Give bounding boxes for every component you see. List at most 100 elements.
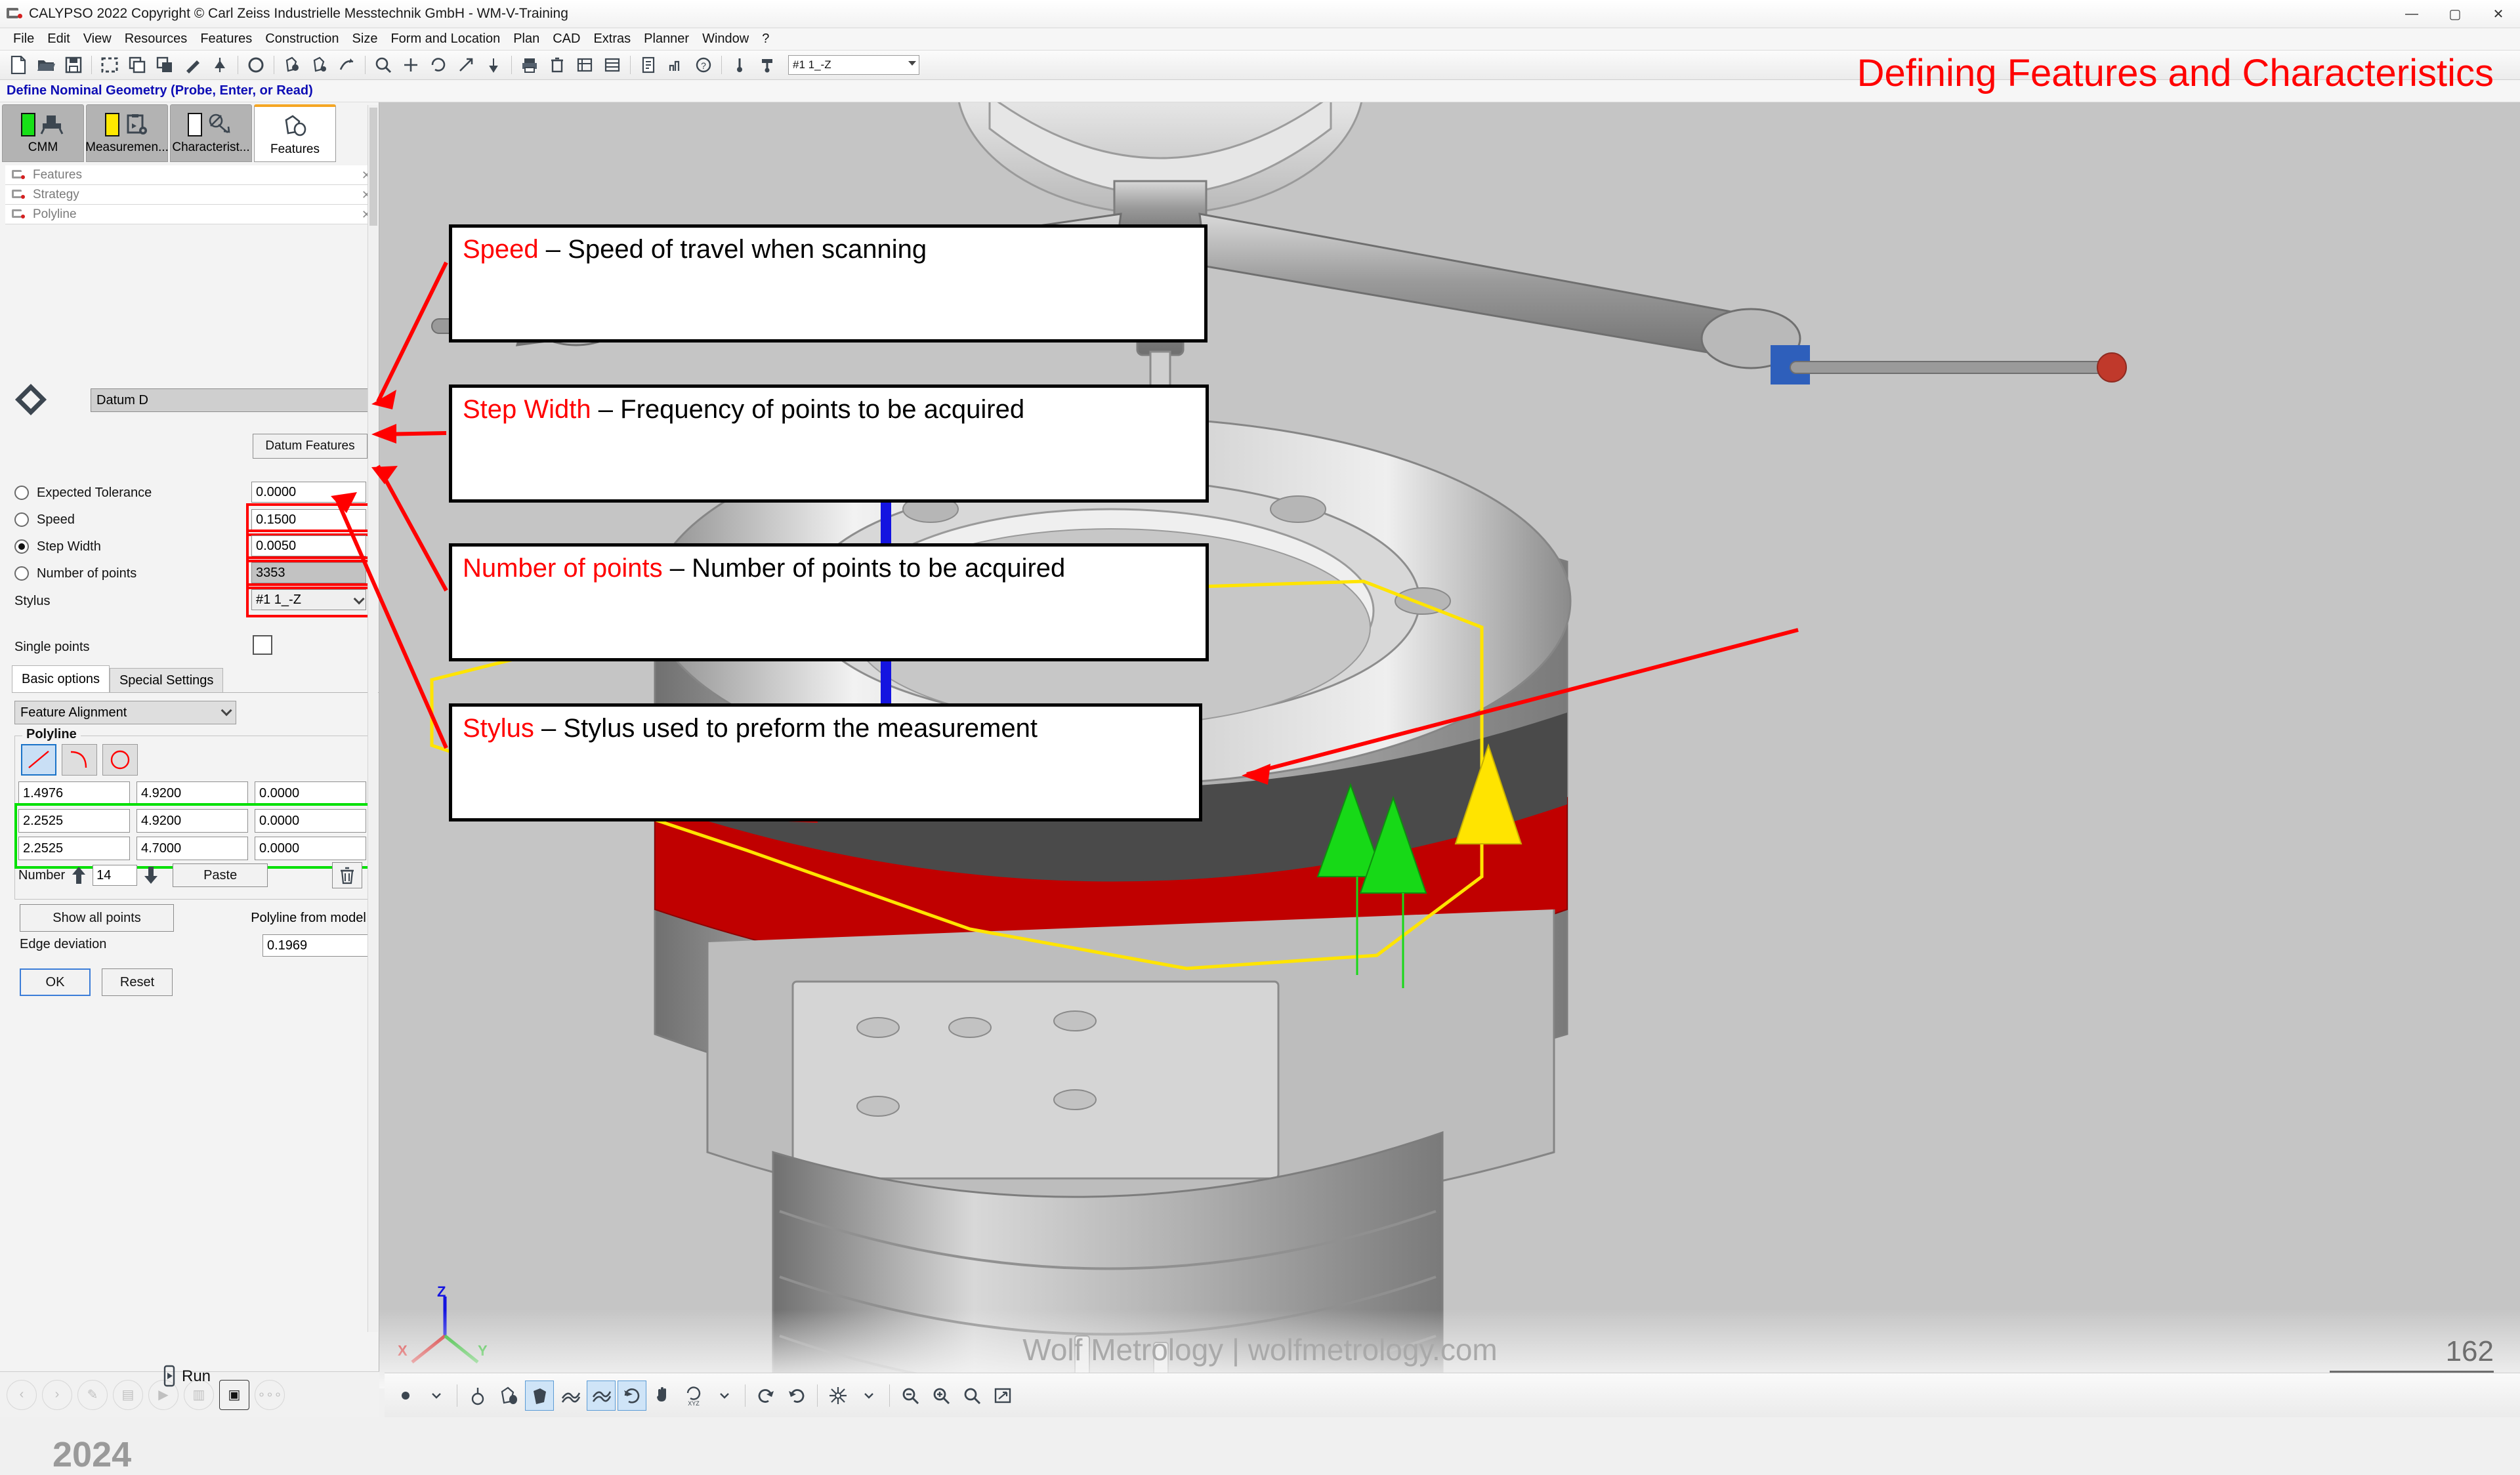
minimize-button[interactable]: —: [2390, 0, 2433, 28]
point-z-field[interactable]: 0.0000: [255, 781, 366, 805]
module-tab-cmm[interactable]: CMM: [2, 104, 84, 162]
ok-button[interactable]: OK: [20, 968, 91, 996]
copy-icon[interactable]: [124, 52, 150, 78]
surface-alt-view-icon[interactable]: [587, 1380, 616, 1411]
edit-icon[interactable]: ✎: [77, 1379, 108, 1410]
list-icon[interactable]: [599, 52, 625, 78]
number-up-icon[interactable]: [70, 864, 87, 886]
menu-item-edit[interactable]: Edit: [41, 30, 76, 48]
search-icon[interactable]: [370, 52, 396, 78]
menu-item-view[interactable]: View: [77, 30, 118, 48]
rotate-model-icon[interactable]: [618, 1380, 646, 1411]
rotate-icon[interactable]: [425, 52, 452, 78]
line-shape-icon[interactable]: [21, 744, 56, 776]
field-expected-tolerance[interactable]: 0.0000: [251, 482, 366, 503]
table-icon[interactable]: [572, 52, 598, 78]
number-down-icon[interactable]: [142, 864, 159, 886]
brush-icon[interactable]: [179, 52, 205, 78]
feature-group-icon[interactable]: [279, 52, 305, 78]
module-tab-characteristics[interactable]: Characterist...: [170, 104, 252, 162]
point-size-icon[interactable]: [391, 1381, 420, 1411]
alignment-select[interactable]: Feature Alignment: [14, 701, 236, 724]
printer-icon[interactable]: [516, 52, 543, 78]
edge-deviation-field[interactable]: 0.1969: [262, 934, 377, 957]
breadcrumb-item-features[interactable]: Features ✕: [5, 165, 377, 185]
radio-speed[interactable]: [14, 512, 29, 527]
number-field[interactable]: 14: [93, 865, 138, 886]
save-icon[interactable]: [60, 52, 87, 78]
undo-icon[interactable]: [782, 1381, 811, 1411]
new-file-icon[interactable]: [5, 52, 32, 78]
report-icon[interactable]: [635, 52, 662, 78]
stylus-combo[interactable]: #1 1_-Z: [788, 55, 919, 75]
run-badge[interactable]: Run: [161, 1365, 211, 1388]
symmetry-icon[interactable]: [207, 52, 233, 78]
select-rectangle-icon[interactable]: [96, 52, 123, 78]
datum-features-button[interactable]: Datum Features: [253, 434, 368, 459]
tab-basic-options[interactable]: Basic options: [12, 665, 110, 693]
menu-item-form-and-location[interactable]: Form and Location: [384, 30, 507, 48]
chevron-down-icon[interactable]: [710, 1381, 739, 1411]
redo-icon[interactable]: [751, 1381, 780, 1411]
paste-button[interactable]: Paste: [173, 863, 268, 887]
previous-icon[interactable]: ‹: [7, 1379, 37, 1410]
menu-item-help[interactable]: ?: [755, 30, 776, 48]
menu-item-cad[interactable]: CAD: [546, 30, 587, 48]
breadcrumb-item-strategy[interactable]: Strategy ✕: [5, 185, 377, 205]
surface-view-icon[interactable]: [556, 1381, 585, 1411]
radio-expected-tolerance[interactable]: [14, 486, 29, 500]
chevron-down-icon[interactable]: [422, 1381, 451, 1411]
shaded-feature-icon[interactable]: [494, 1381, 523, 1411]
point-y-field[interactable]: 4.9200: [136, 781, 248, 805]
chevron-down-icon[interactable]: [854, 1381, 883, 1411]
feature-group-add-icon[interactable]: [306, 52, 333, 78]
circle-feature-icon[interactable]: [243, 52, 269, 78]
wireframe-icon[interactable]: [463, 1381, 492, 1411]
zoom-reset-icon[interactable]: [957, 1381, 986, 1411]
rotate-xyz-icon[interactable]: XYZ: [679, 1381, 708, 1411]
pan-hand-icon[interactable]: [648, 1381, 677, 1411]
arc-shape-icon[interactable]: [62, 744, 97, 776]
maximize-button[interactable]: ▢: [2433, 0, 2477, 28]
tab-special-settings[interactable]: Special Settings: [109, 668, 224, 693]
help-icon[interactable]: ?: [690, 52, 717, 78]
menu-item-size[interactable]: Size: [346, 30, 385, 48]
scrollbar-thumb[interactable]: [369, 108, 377, 226]
zoom-in-icon[interactable]: [927, 1381, 956, 1411]
menu-item-features[interactable]: Features: [194, 30, 259, 48]
menu-item-extras[interactable]: Extras: [587, 30, 637, 48]
single-points-checkbox[interactable]: [253, 635, 272, 655]
menu-item-window[interactable]: Window: [696, 30, 755, 48]
menu-item-plan[interactable]: Plan: [507, 30, 546, 48]
menu-item-construction[interactable]: Construction: [259, 30, 345, 48]
fit-to-window-icon[interactable]: [988, 1381, 1017, 1411]
radio-step-width[interactable]: [14, 539, 29, 554]
stylus-icon[interactable]: [726, 52, 753, 78]
circle-shape-icon[interactable]: [102, 744, 138, 776]
more-icon[interactable]: ∘∘∘: [255, 1379, 285, 1410]
radio-number-of-points[interactable]: [14, 566, 29, 581]
zoom-out-icon[interactable]: [896, 1381, 925, 1411]
module-tab-measurement-plan[interactable]: Measuremen...: [85, 104, 169, 162]
breadcrumb-item-polyline[interactable]: Polyline ✕: [5, 205, 377, 224]
menu-item-resources[interactable]: Resources: [118, 30, 194, 48]
align-icon[interactable]: [398, 52, 424, 78]
next-icon[interactable]: ›: [42, 1379, 72, 1410]
show-all-points-button[interactable]: Show all points: [20, 904, 174, 932]
orient-view-icon[interactable]: [824, 1381, 852, 1411]
module-tab-features[interactable]: Features: [254, 104, 336, 162]
delete-icon[interactable]: [544, 52, 570, 78]
trash-icon[interactable]: [332, 862, 363, 888]
menu-item-planner[interactable]: Planner: [637, 30, 696, 48]
probe-icon[interactable]: [754, 52, 780, 78]
solid-view-icon[interactable]: [525, 1380, 554, 1411]
polyline-from-model-button[interactable]: Polyline from model: [240, 904, 377, 932]
pin-icon[interactable]: [480, 52, 507, 78]
reset-button[interactable]: Reset: [102, 968, 173, 996]
open-folder-icon[interactable]: [33, 52, 59, 78]
datum-name-field[interactable]: Datum D: [91, 388, 373, 412]
left-panel-scrollbar[interactable]: [368, 105, 378, 1332]
curve-icon[interactable]: [334, 52, 360, 78]
point-x-field[interactable]: 1.4976: [18, 781, 130, 805]
device-icon[interactable]: ▤: [113, 1379, 143, 1410]
